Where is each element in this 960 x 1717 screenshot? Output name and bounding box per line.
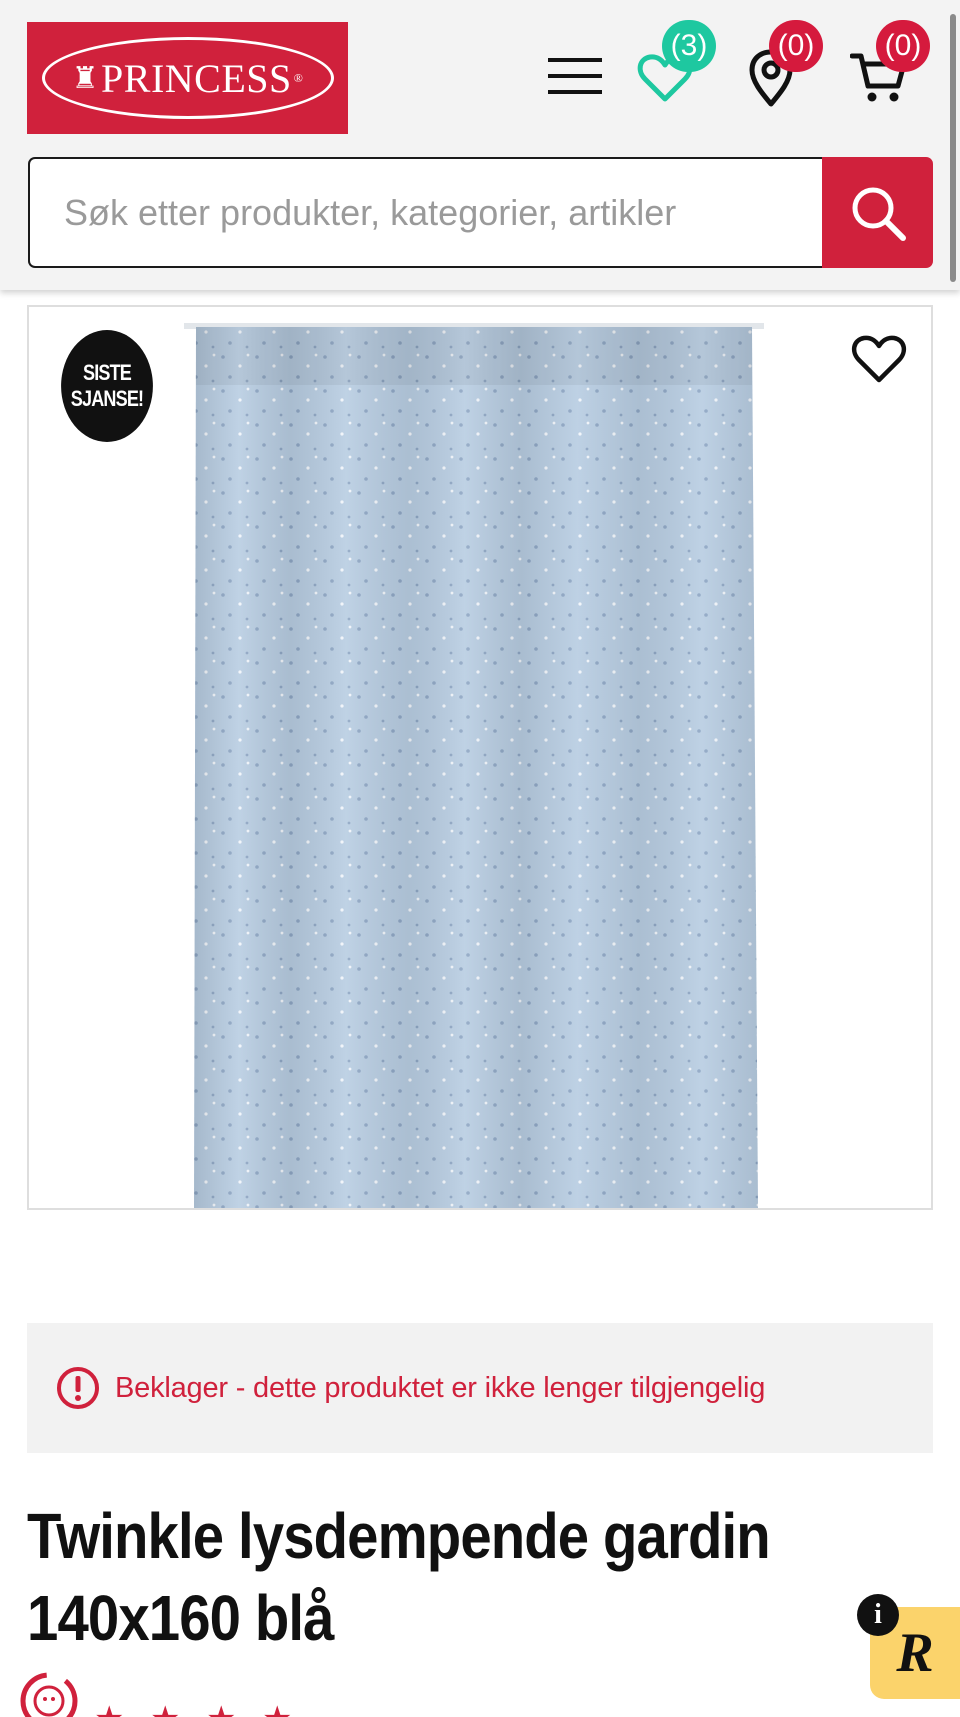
rating-row[interactable]: ★ ★ ★ ★ xyxy=(18,1670,338,1717)
reviews-logo-icon xyxy=(20,1672,78,1717)
unavailable-text: Beklager - dette produktet er ikke lenge… xyxy=(115,1371,766,1404)
rating-star: ★ xyxy=(262,1702,292,1717)
rating-star: ★ xyxy=(206,1702,236,1717)
product-image-curtain xyxy=(184,323,764,1208)
info-letter: i xyxy=(874,1599,882,1630)
menu-icon xyxy=(548,58,602,94)
search-input[interactable] xyxy=(28,157,828,268)
logo-text: PRINCESS xyxy=(101,55,292,101)
site-header: ♜ PRINCESS ® (3) (0) (0) xyxy=(0,0,960,290)
reviews-widget-letter: R xyxy=(896,1622,934,1684)
product-title: Twinkle lysdempende gardin 140x160 blå xyxy=(27,1500,771,1654)
search-icon xyxy=(852,187,906,241)
add-to-wishlist-button[interactable] xyxy=(849,331,909,387)
wishlist-count-badge: (3) xyxy=(662,20,716,72)
product-image-gallery[interactable]: SISTE SJANSE! xyxy=(27,305,933,1210)
princess-logo[interactable]: ♜ PRINCESS ® xyxy=(27,22,348,134)
search-button[interactable] xyxy=(822,157,933,268)
badge-line-2: SJANSE! xyxy=(70,386,144,411)
rating-star: ★ xyxy=(94,1702,124,1717)
info-icon[interactable]: i xyxy=(857,1594,899,1636)
last-chance-badge: SISTE SJANSE! xyxy=(61,330,153,442)
search-bar xyxy=(28,157,933,268)
heart-outline-icon xyxy=(851,335,907,383)
unavailable-notice: Beklager - dette produktet er ikke lenge… xyxy=(27,1323,933,1453)
badge-line-1: SISTE xyxy=(82,360,132,385)
stores-count-badge: (0) xyxy=(769,20,823,72)
logo-oval: ♜ PRINCESS ® xyxy=(41,37,334,119)
logo-registered: ® xyxy=(293,70,304,85)
cart-count-badge: (0) xyxy=(876,20,930,72)
rating-star: ★ xyxy=(150,1702,180,1717)
menu-button[interactable] xyxy=(545,52,605,100)
alert-circle-icon xyxy=(57,1367,99,1409)
crown-mark: ♜ xyxy=(71,61,100,95)
page-scrollbar[interactable] xyxy=(950,14,956,282)
